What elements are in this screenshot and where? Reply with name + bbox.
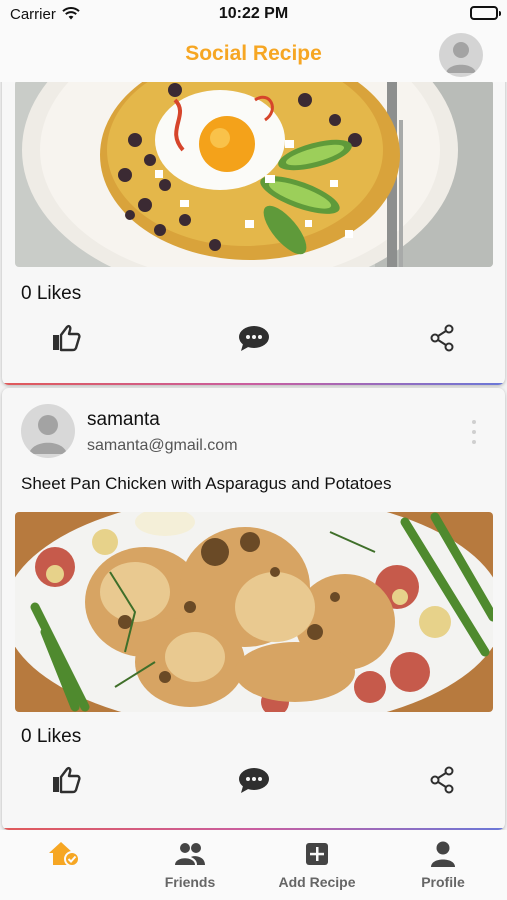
likes-count: 0 Likes	[21, 283, 82, 304]
person-placeholder-icon	[29, 415, 67, 454]
recipe-feed[interactable]: 0 Likes samanta samanta@gmail.com Sheet …	[0, 82, 507, 830]
add-box-icon	[306, 843, 328, 865]
recipe-title[interactable]: Sheet Pan Chicken with Asparagus and Pot…	[21, 474, 391, 494]
post-card: 0 Likes	[2, 82, 505, 385]
comment-button[interactable]	[238, 764, 270, 796]
person-placeholder-icon	[446, 42, 476, 73]
post-user-email: samanta@gmail.com	[87, 437, 238, 454]
likes-count: 0 Likes	[21, 726, 82, 747]
post-card: samanta samanta@gmail.com Sheet Pan Chic…	[2, 388, 505, 830]
nav-add-recipe-label: Add Recipe	[278, 874, 356, 890]
recipe-image[interactable]	[15, 82, 493, 267]
person-icon	[431, 841, 455, 867]
thumbs-up-icon	[53, 325, 81, 352]
profile-avatar-button[interactable]	[439, 33, 483, 77]
home-check-icon	[49, 842, 80, 867]
app-title: Social Recipe	[185, 42, 322, 65]
user-avatar[interactable]	[21, 404, 75, 458]
status-bar: Carrier 10:22 PM	[0, 0, 507, 30]
nav-profile-tab[interactable]: Profile	[388, 840, 498, 896]
share-icon	[430, 766, 454, 794]
nav-add-recipe-tab[interactable]: Add Recipe	[262, 840, 372, 896]
like-button[interactable]	[50, 322, 82, 354]
share-icon	[430, 324, 454, 352]
comment-bubble-icon	[239, 326, 269, 351]
post-actions	[2, 760, 505, 800]
comment-bubble-icon	[239, 768, 269, 793]
post-username[interactable]: samanta	[87, 409, 160, 431]
post-actions	[2, 318, 505, 358]
like-button[interactable]	[50, 764, 82, 796]
comment-button[interactable]	[238, 322, 270, 354]
nav-friends-label: Friends	[164, 874, 216, 890]
share-button[interactable]	[426, 322, 458, 354]
bottom-navigation: Friends Add Recipe Profile	[0, 830, 507, 900]
nav-profile-label: Profile	[421, 874, 465, 890]
nav-friends-tab[interactable]: Friends	[135, 840, 245, 896]
app-bar: Social Recipe	[0, 30, 507, 82]
thumbs-up-icon	[53, 767, 81, 794]
friends-icon	[175, 843, 205, 865]
clock: 10:22 PM	[218, 5, 289, 22]
battery-icon	[470, 6, 501, 20]
more-options-icon[interactable]	[468, 420, 480, 444]
recipe-image[interactable]	[15, 512, 493, 712]
share-button[interactable]	[426, 764, 458, 796]
nav-home-tab[interactable]	[9, 840, 119, 896]
